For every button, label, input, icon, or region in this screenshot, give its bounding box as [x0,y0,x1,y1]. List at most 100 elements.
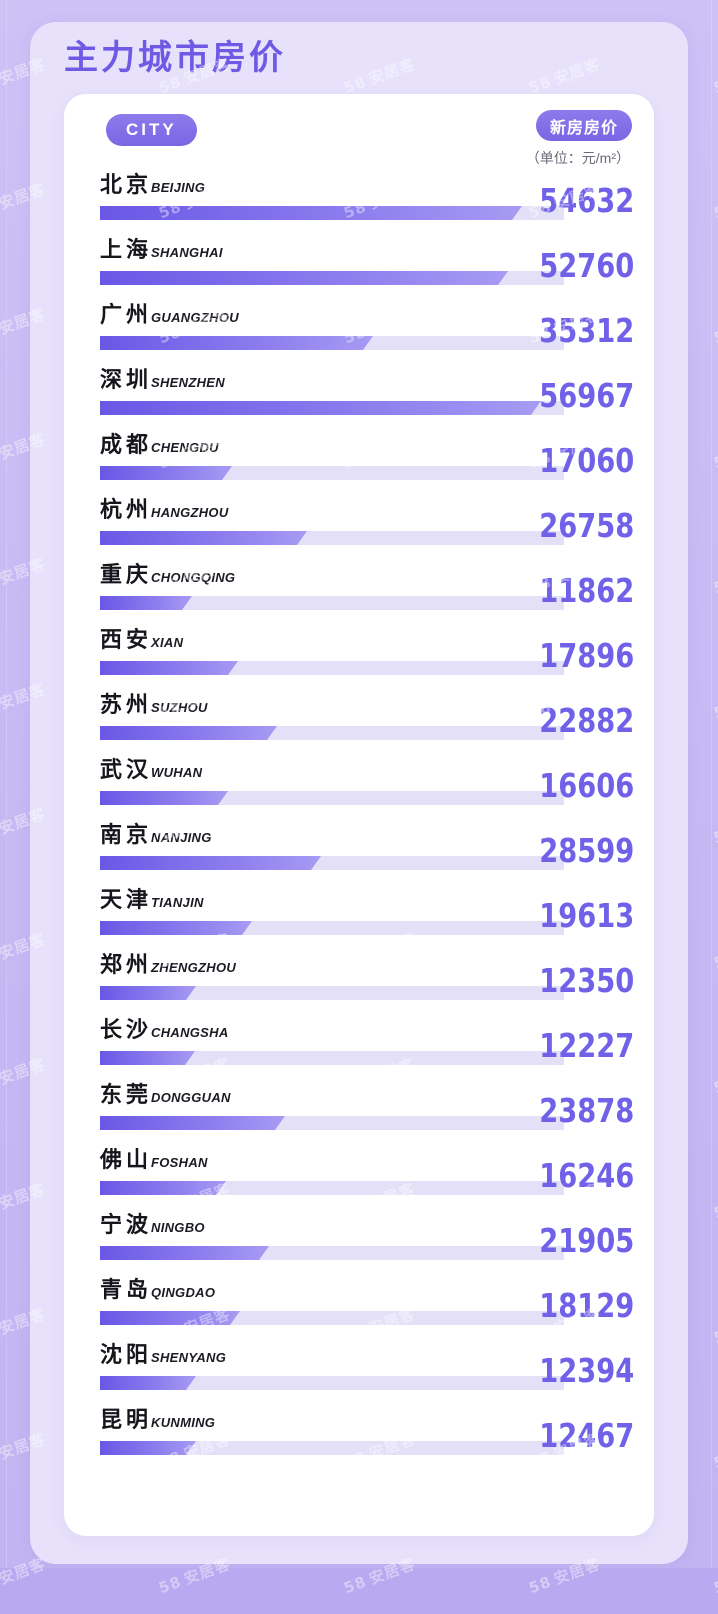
bar-track [100,856,564,870]
bar-track [100,466,564,480]
city-name-en: KUNMING [151,1415,216,1430]
table-row: 成都 CHENGDU 17060 [64,428,654,493]
city-label: 北京 BEIJING [100,174,205,196]
table-row: 沈阳 SHENYANG 12394 [64,1338,654,1403]
city-name-en: DONGGUAN [151,1090,231,1105]
bar-fill [100,1441,196,1455]
city-name-cn: 上海 [100,237,153,262]
price-value: 12394 [538,1351,634,1390]
table-row: 昆明 KUNMING 12467 [64,1403,654,1468]
city-name-cn: 佛山 [100,1147,153,1172]
price-value: 26758 [538,506,634,545]
city-name-cn: 广州 [100,302,153,327]
city-label: 长沙 CHANGSHA [100,1019,229,1041]
bar-fill [100,726,277,740]
city-name-en: SUZHOU [151,700,208,715]
bar-track [100,921,564,935]
bar-track [100,1051,564,1065]
bar-fill [100,336,373,350]
city-name-en: ZHENGZHOU [151,960,237,975]
table-row: 上海 SHANGHAI 52760 [64,233,654,298]
new-house-price-badge: 新房房价 [535,110,632,141]
table-row: 郑州 ZHENGZHOU 12350 [64,948,654,1013]
price-value: 12227 [538,1026,634,1065]
city-name-en: CHENGDU [151,440,219,455]
price-value: 52760 [538,246,634,285]
city-name-cn: 宁波 [100,1212,153,1237]
price-value: 16246 [538,1156,634,1195]
city-badge: CITY [106,114,197,146]
table-row: 苏州 SUZHOU 22882 [64,688,654,753]
table-row: 南京 NANJING 28599 [64,818,654,883]
lavender-panel: 主力城市房价 CITY 新房房价 （单位：元/m²） 北京 BEIJING 5463… [30,22,688,1564]
city-name-cn: 重庆 [100,562,153,587]
table-row: 东莞 DONGGUAN 23878 [64,1078,654,1143]
bar-fill [100,921,252,935]
card-header: CITY 新房房价 （单位：元/m²） [64,94,654,168]
city-name-cn: 武汉 [100,757,153,782]
table-row: 西安 XIAN 17896 [64,623,654,688]
price-value: 17060 [538,441,634,480]
city-name-cn: 西安 [100,627,153,652]
bar-fill [100,271,508,285]
city-label: 昆明 KUNMING [100,1409,215,1431]
table-row: 北京 BEIJING 54632 [64,168,654,233]
city-name-en: SHENZHEN [151,375,225,390]
bar-fill [100,856,321,870]
city-name-en: SHANGHAI [151,245,223,260]
bar-track [100,1181,564,1195]
table-row: 青岛 QINGDAO 18129 [64,1273,654,1338]
price-value: 28599 [538,831,634,870]
bar-fill [100,661,238,675]
city-name-en: CHONGQING [151,570,236,585]
bar-fill [100,1246,269,1260]
city-name-en: QINGDAO [151,1285,216,1300]
city-name-cn: 东莞 [100,1082,153,1107]
bar-track [100,986,564,1000]
table-row: 武汉 WUHAN 16606 [64,753,654,818]
city-label: 苏州 SUZHOU [100,694,208,716]
city-label: 武汉 WUHAN [100,759,202,781]
bar-fill [100,531,307,545]
bar-track [100,791,564,805]
bar-fill [100,1116,285,1130]
city-name-en: HANGZHOU [151,505,229,520]
table-row: 重庆 CHONGQING 11862 [64,558,654,623]
table-row: 广州 GUANGZHOU 35312 [64,298,654,363]
city-label: 南京 NANJING [100,824,212,846]
price-value: 12350 [538,961,634,1000]
city-label: 沈阳 SHENYANG [100,1344,226,1366]
table-row: 深圳 SHENZHEN 56967 [64,363,654,428]
bar-fill [100,1311,240,1325]
price-value: 35312 [538,311,634,350]
city-label: 西安 XIAN [100,629,183,651]
price-value: 18129 [538,1286,634,1325]
price-value: 22882 [538,701,634,740]
city-label: 郑州 ZHENGZHOU [100,954,236,976]
bar-track [100,401,564,415]
city-label: 广州 GUANGZHOU [100,304,239,326]
city-label: 成都 CHENGDU [100,434,219,456]
city-name-en: FOSHAN [151,1155,208,1170]
city-label: 杭州 HANGZHOU [100,499,229,521]
price-value: 23878 [538,1091,634,1130]
bar-track [100,1376,564,1390]
bar-track [100,206,564,220]
bar-fill [100,791,228,805]
price-value: 12467 [538,1416,634,1455]
city-label: 青岛 QINGDAO [100,1279,215,1301]
city-name-en: XIAN [151,635,184,650]
city-name-en: SHENYANG [151,1350,227,1365]
city-name-en: NANJING [151,830,212,845]
bar-fill [100,401,541,415]
city-price-list: 北京 BEIJING 54632 上海 SHANGHAI 52760 广州 GUANGZHOU… [64,168,654,1468]
city-label: 佛山 FOSHAN [100,1149,208,1171]
city-name-cn: 天津 [100,887,153,912]
city-label: 宁波 NINGBO [100,1214,205,1236]
table-row: 宁波 NINGBO 21905 [64,1208,654,1273]
city-name-cn: 南京 [100,822,153,847]
city-name-en: BEIJING [151,180,206,195]
bar-fill [100,1181,226,1195]
bar-track [100,726,564,740]
bar-track [100,336,564,350]
